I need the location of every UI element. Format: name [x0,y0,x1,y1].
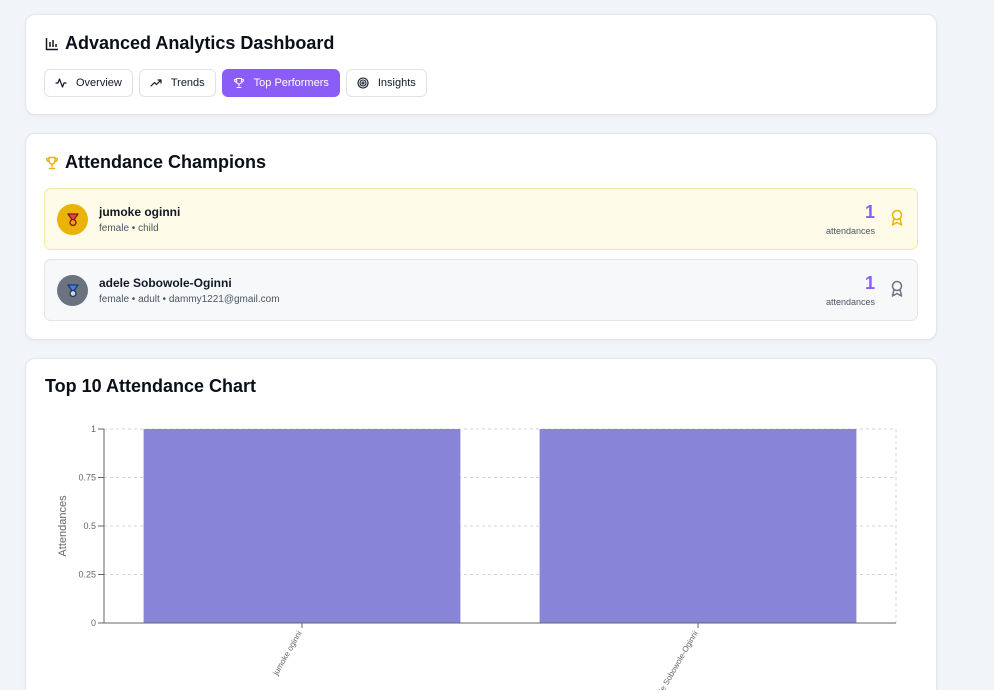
y-tick-label: 1 [91,424,96,434]
dashboard-header-card: Advanced Analytics Dashboard Overview Tr… [25,14,937,115]
tab-top-performers-label: Top Performers [253,77,329,89]
tab-insights-label: Insights [377,77,416,89]
tab-insights[interactable]: Insights [345,69,427,97]
champion-row[interactable]: jumoke oginni female • child 1 attendanc… [44,188,918,250]
champion-name: adele Sobowole-Oginni [99,276,232,290]
chart-title-row: Top 10 Attendance Chart [45,376,256,397]
champion-row[interactable]: adele Sobowole-Oginni female • adult • d… [44,259,918,321]
tab-trends-label: Trends [170,77,205,89]
attendance-champions-card: Attendance Champions jumoke oginni femal… [25,133,937,340]
y-tick-label: 0.25 [78,570,96,580]
page-title: Advanced Analytics Dashboard [65,33,335,53]
champion-name: jumoke oginni [99,205,181,219]
champion-count: 1 [864,273,875,293]
dashboard-title-row: Advanced Analytics Dashboard [45,33,334,54]
attendance-bar-chart: 0 0.25 0.5 0.75 1 jumoke oginni adele Sobowole… [57,424,897,690]
activity-icon [55,77,67,89]
award-icon [890,209,904,232]
tab-trends[interactable]: Trends [138,69,216,97]
tab-top-performers[interactable]: Top Performers [221,69,340,97]
y-tick-label: 0 [91,618,96,628]
champions-title: Attendance Champions [65,152,267,172]
silver-medal-icon [57,275,88,306]
y-axis-label: Attendances [57,495,69,557]
trophy-icon [45,156,59,170]
champion-count: 1 [864,202,875,222]
tab-overview-label: Overview [76,77,122,89]
trending-up-icon [150,77,162,89]
y-tick-label: 0.5 [83,521,96,531]
champions-title-row: Attendance Champions [45,152,266,173]
champion-count-unit: attendances [825,226,875,236]
bar-chart-icon [45,37,59,51]
trophy-icon [233,77,245,89]
award-icon [890,280,904,303]
x-tick-label: adele Sobowole-Oginni [651,629,700,690]
x-tick-label: jumoke oginni [271,629,304,677]
y-tick-label: 0.75 [78,473,96,483]
tab-overview[interactable]: Overview [44,69,133,97]
attendance-chart-card: Top 10 Attendance Chart 0 0.25 0.5 0.75 1 jum… [25,358,937,690]
champion-count-unit: attendances [825,297,875,307]
target-icon [357,77,369,89]
chart-bar [539,429,857,623]
chart-title: Top 10 Attendance Chart [45,376,257,396]
champion-meta: female • child [99,223,159,234]
champion-meta: female • adult • dammy1221@gmail.com [99,294,280,305]
tab-bar: Overview Trends Top Performers Insights [44,69,427,97]
chart-bar [143,429,461,623]
gold-medal-icon [57,204,88,235]
